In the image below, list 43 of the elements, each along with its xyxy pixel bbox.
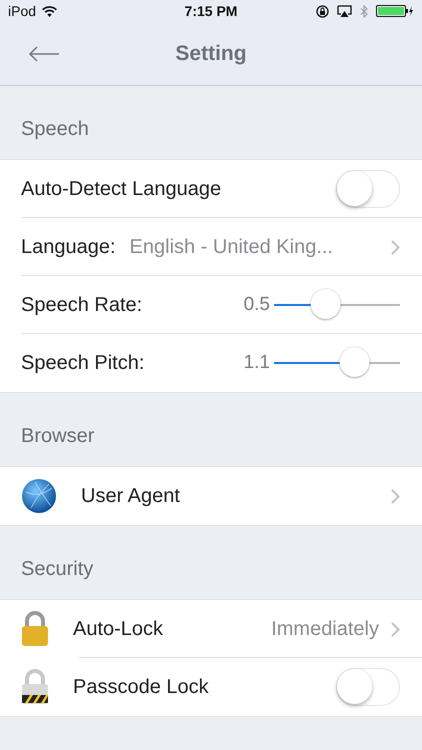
setting-label: Language: bbox=[21, 236, 116, 258]
settings-row[interactable]: User Agent bbox=[0, 467, 422, 525]
slider-reading: 0.5 bbox=[244, 294, 270, 316]
screen-title: Setting bbox=[175, 42, 247, 66]
globe-icon bbox=[21, 478, 57, 514]
settings-row[interactable]: Speech Rate: 0.5 bbox=[0, 276, 422, 334]
toggle-switch[interactable] bbox=[336, 170, 400, 208]
striped-padlock-icon bbox=[21, 669, 49, 705]
slider[interactable] bbox=[274, 289, 400, 321]
section-header: Speech bbox=[21, 118, 89, 141]
airplay-icon bbox=[337, 5, 352, 17]
slider[interactable] bbox=[274, 347, 400, 379]
slider-reading: 1.1 bbox=[244, 352, 270, 374]
padlock-icon bbox=[21, 611, 49, 647]
chevron-icon bbox=[391, 622, 400, 636]
setting-label: Auto-Lock bbox=[73, 618, 164, 640]
back-button[interactable] bbox=[28, 46, 60, 62]
settings-row[interactable]: Passcode Lock bbox=[0, 658, 422, 716]
setting-label: User Agent bbox=[81, 484, 180, 508]
setting-value: Immediately bbox=[271, 618, 379, 640]
chevron-icon bbox=[391, 240, 400, 254]
battery-icon bbox=[376, 5, 414, 17]
device-name: iPod bbox=[8, 3, 36, 19]
wifi-icon bbox=[42, 6, 58, 16]
settings-row[interactable]: Auto-Lock Immediately bbox=[0, 600, 422, 658]
setting-label: Auto-Detect Language bbox=[21, 178, 222, 200]
setting-label: Passcode Lock bbox=[73, 676, 209, 698]
settings-row[interactable]: Auto-Detect Language bbox=[0, 160, 422, 218]
back-arrow-icon bbox=[28, 46, 60, 62]
rotation-lock-icon bbox=[316, 4, 329, 18]
setting-value: English - United King... bbox=[130, 236, 334, 258]
section-header: Browser bbox=[21, 425, 94, 448]
settings-row[interactable]: Language: English - United King... bbox=[0, 218, 422, 276]
settings-row[interactable]: Speech Pitch: 1.1 bbox=[0, 334, 422, 392]
status-time: 7:15 PM bbox=[184, 3, 238, 19]
slider-thumb[interactable] bbox=[310, 289, 340, 319]
section-header: Security bbox=[21, 558, 94, 581]
chevron-icon bbox=[391, 488, 400, 504]
setting-label: Speech Rate: bbox=[21, 294, 142, 316]
slider-thumb[interactable] bbox=[339, 347, 370, 377]
toggle-switch[interactable] bbox=[336, 668, 400, 706]
setting-label: Speech Pitch: bbox=[21, 352, 144, 374]
bluetooth-icon bbox=[360, 4, 368, 18]
